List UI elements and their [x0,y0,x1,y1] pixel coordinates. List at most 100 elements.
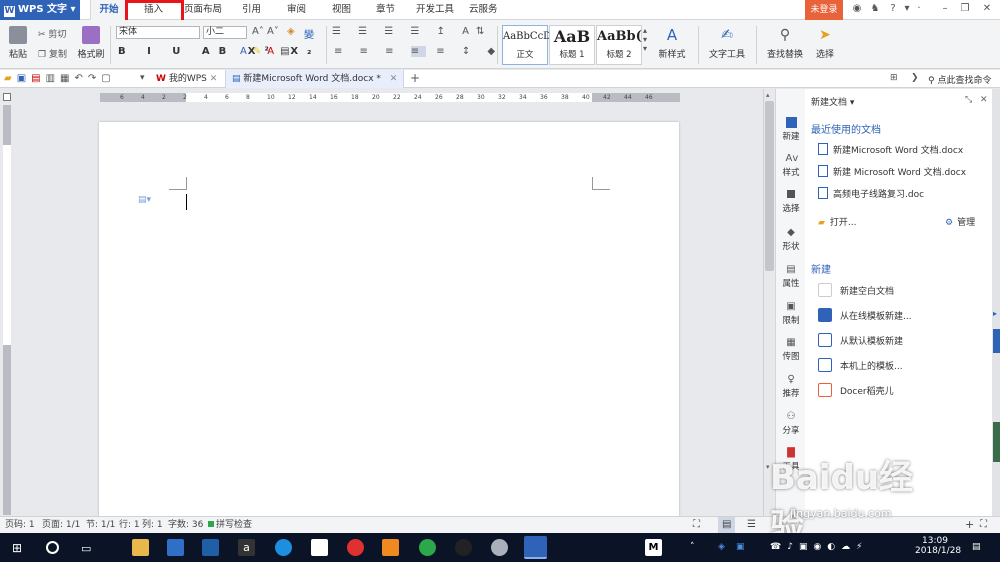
edge-browser-icon[interactable] [275,539,292,556]
recent-item[interactable]: 新建Microsoft Word 文档.docx [818,143,963,156]
new-from-online[interactable]: 从在线模板新建... [818,308,912,322]
side-nav-shape[interactable]: ◆ 形状 [776,227,806,252]
style-normal[interactable]: AaBbCcD 正文 [502,25,551,65]
help-icon[interactable]: ? [886,2,900,16]
copy-button[interactable]: ❐ 复制 [38,47,67,60]
side-nav-style[interactable]: Aⅴ 样式 [776,153,806,178]
grow-font-icon[interactable]: A˄ A˅ [252,26,279,37]
tab-references[interactable]: 引用 [242,0,261,20]
restore-icon[interactable]: ❐ [958,2,972,16]
store-icon[interactable] [167,539,184,556]
app-icon[interactable] [382,539,399,556]
find-replace-button[interactable]: ⚲ 查找替换 [762,26,808,60]
tray-chevron-icon[interactable]: ˄ [690,542,695,552]
docer-link[interactable]: Docer稻壳儿 [818,383,894,397]
side-nav-recommend[interactable]: ♀ 推荐 [776,374,806,399]
more-icon[interactable]: · [912,2,926,16]
shield-icon[interactable]: ◈ [718,542,725,552]
app-menu-button[interactable]: W WPS 文字 ▾ [0,0,80,20]
horizontal-ruler[interactable]: 6 4 2 2 4 6 8 10 12 14 16 18 20 22 24 26 28 30 32 34 36 38 40 4… [100,93,680,102]
side-nav-share[interactable]: ⚇ 分享 [776,411,806,436]
style-heading-1[interactable]: AaB 标题 1 [549,25,595,65]
expand-icon[interactable]: ▸ [993,309,997,318]
task-view-icon[interactable]: ▭ [81,542,91,555]
font-size-select[interactable]: 小二 [203,26,247,39]
m-app-icon[interactable]: M [645,539,662,556]
dock-icon[interactable]: ⤡ [965,95,972,105]
file-explorer-icon[interactable] [132,539,149,556]
tab-chapter[interactable]: 章节 [376,0,395,20]
new-tab-button[interactable]: + [410,71,420,85]
tray-icons[interactable]: ☎♪▣◉◐☁⚡ [770,542,868,552]
side-nav-properties[interactable]: ▤ 属性 [776,264,806,289]
windows-start-icon[interactable]: ⊞ [12,541,26,555]
side-nav-upload[interactable]: ▦ 传图 [776,337,806,362]
notification-icon[interactable]: ▤ [972,542,981,552]
qq-icon[interactable] [455,539,472,556]
share-icon[interactable]: ⊞ [890,73,898,83]
color-buttons[interactable]: A✎A▤ [240,46,296,57]
zoom-in-icon[interactable]: + [965,517,974,533]
align-buttons[interactable]: ≡ ≡ ≡ ≡ ≡ ↕ ◆ ⊞ [334,46,528,57]
select-button[interactable]: ➤ 选择 [810,26,840,60]
new-from-default[interactable]: 从默认模板新建 [818,333,903,347]
arrow-icon[interactable]: ❯ [911,73,919,83]
fit-icon[interactable]: ⛶ [980,517,987,533]
amazon-icon[interactable]: a [238,539,255,556]
tab-view[interactable]: 视图 [332,0,351,20]
close-icon[interactable]: ✕ [210,74,218,84]
close-icon[interactable]: ✕ [980,2,994,16]
scroll-up-icon[interactable]: ▴ [766,91,770,99]
text-tools-button[interactable]: ✍ 文字工具 [704,26,750,60]
font-select[interactable]: 宋体 [116,26,200,39]
clock[interactable]: 13:09 2018/1/28 [915,536,961,556]
new-blank-doc[interactable]: 新建空白文档 [818,283,894,297]
clear-format-icon[interactable]: ◈ [287,26,295,37]
skin-icon[interactable]: ◉ [850,2,864,16]
format-painter-button[interactable]: 格式刷 [76,26,106,60]
close-icon[interactable]: ✕ [980,95,988,105]
open-button[interactable]: ▰ 打开... [818,215,857,228]
style-scroll-icon[interactable]: ▴ ▾ ▾ [643,26,647,53]
page-view-icon[interactable]: ▤ [718,517,736,533]
tab-my-wps[interactable]: W 我的WPS ✕ [150,70,223,88]
netease-icon[interactable] [347,539,364,556]
fullscreen-icon[interactable]: ⛶ [693,517,700,533]
side-nav-restrict[interactable]: ▣ 限制 [776,301,806,326]
cut-button[interactable]: ✂ 剪切 [38,27,66,40]
tab-review[interactable]: 审阅 [287,0,306,20]
spell-check-toggle[interactable]: 拼写检查 [208,517,252,533]
monitor-icon[interactable] [202,539,219,556]
cortana-icon[interactable] [46,541,59,554]
close-icon[interactable]: ✕ [390,74,398,84]
edge-widget[interactable] [993,422,1000,462]
tab-page-layout[interactable]: 页面布局 [184,0,222,20]
pane-title[interactable]: 新建文档 ▾ [811,95,854,108]
side-nav-select[interactable]: 选择 [776,190,806,214]
paste-button[interactable]: 粘贴 [4,26,32,60]
quick-access-icons[interactable]: ▰▣▤▥▦↶↷▢ [4,73,116,84]
login-button[interactable]: 未登录 [805,0,843,20]
style-heading-2[interactable]: AaBb( 标题 2 [596,25,642,65]
local-templates[interactable]: 本机上的模板... [818,358,903,372]
wps-taskbar-icon[interactable] [524,536,547,559]
find-command-search[interactable]: ⚲ 点此查找命令 [928,73,991,86]
pinyin-icon[interactable]: 變 [304,26,314,41]
tab-stop-icon[interactable] [3,93,11,101]
tab-document[interactable]: ▤ 新建Microsoft Word 文档.docx * ✕ [225,70,405,88]
edge-tab[interactable] [993,329,1000,353]
outline-view-icon[interactable]: ☰ [747,517,756,533]
new-style-button[interactable]: A 新样式 [653,26,691,60]
manage-button[interactable]: ⚙ 管理 [945,215,975,228]
vertical-ruler[interactable] [3,105,11,515]
chevron-down-icon[interactable]: ▾ [140,73,145,83]
document-page[interactable]: ▤▾ [99,122,679,516]
player-icon[interactable] [491,539,508,556]
tab-home[interactable]: 开始 [90,0,128,20]
tab-cloud[interactable]: 云服务 [469,0,498,20]
minimize-icon[interactable]: – [938,2,952,16]
mail-icon[interactable] [311,539,328,556]
recent-item[interactable]: 高频电子线路复习.doc [818,187,924,200]
security-icon[interactable]: ▣ [736,542,745,552]
tab-developer[interactable]: 开发工具 [416,0,454,20]
